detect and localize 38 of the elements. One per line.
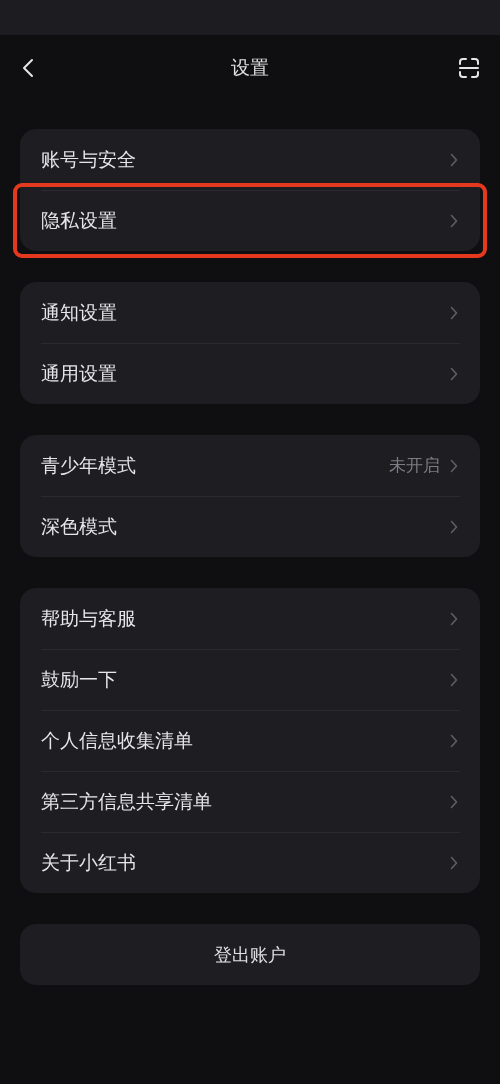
chevron-icon [450, 458, 458, 473]
chevron-icon [450, 855, 458, 870]
settings-row[interactable]: 第三方信息共享清单 [20, 771, 480, 832]
back-icon[interactable] [22, 57, 34, 78]
settings-row[interactable]: 个人信息收集清单 [20, 710, 480, 771]
row-label: 通知设置 [41, 299, 118, 325]
scan-icon[interactable] [458, 56, 480, 79]
chevron-icon [450, 519, 458, 534]
row-label: 深色模式 [41, 513, 118, 539]
chevron-icon [450, 213, 458, 228]
row-label: 帮助与客服 [41, 605, 137, 631]
settings-row[interactable]: 通用设置 [20, 343, 480, 404]
row-label: 青少年模式 [41, 452, 137, 478]
settings-row[interactable]: 关于小红书 [20, 832, 480, 893]
chevron-icon [450, 366, 458, 381]
chevron-icon [450, 611, 458, 626]
settings-row[interactable]: 通知设置 [20, 282, 480, 343]
chevron-icon [450, 733, 458, 748]
chevron-icon [450, 672, 458, 687]
chevron-icon [450, 794, 458, 809]
chevron-icon [450, 305, 458, 320]
row-label: 第三方信息共享清单 [41, 788, 213, 814]
page-title: 设置 [231, 54, 269, 80]
row-label: 关于小红书 [41, 849, 137, 875]
logout-button[interactable]: 登出账户 [20, 924, 480, 985]
row-label: 鼓励一下 [41, 666, 118, 692]
settings-row[interactable]: 深色模式 [20, 496, 480, 557]
row-label: 个人信息收集清单 [41, 727, 194, 753]
settings-row[interactable]: 帮助与客服 [20, 588, 480, 649]
row-label: 隐私设置 [41, 207, 118, 233]
settings-row[interactable]: 青少年模式 未开启 [20, 435, 480, 496]
row-label: 账号与安全 [41, 146, 137, 172]
row-value: 未开启 [389, 454, 440, 477]
chevron-icon [450, 152, 458, 167]
settings-row[interactable]: 鼓励一下 [20, 649, 480, 710]
settings-row[interactable]: 账号与安全 [20, 129, 480, 190]
settings-row[interactable]: 隐私设置 [20, 190, 480, 251]
row-label: 通用设置 [41, 360, 118, 386]
